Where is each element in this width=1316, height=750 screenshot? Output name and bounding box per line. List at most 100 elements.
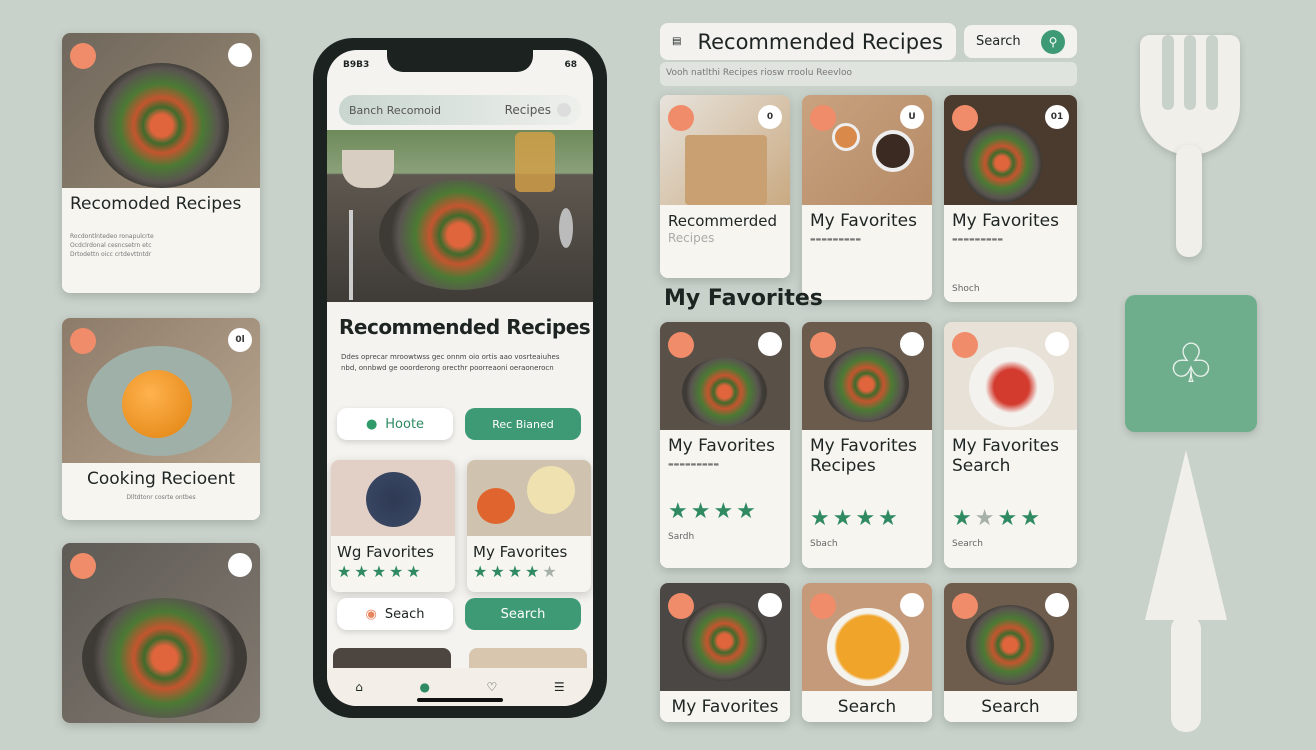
recipe-image: 0	[660, 95, 790, 207]
status-battery: 68	[564, 60, 577, 70]
recipe-card[interactable]: U My Favorites ▬▬▬▬▬▬▬▬▬	[802, 95, 932, 300]
bookmark-icon[interactable]	[228, 553, 252, 577]
hero-title: Recommended Recipes	[339, 315, 591, 339]
recipe-card[interactable]: Search	[944, 583, 1077, 722]
status-time: B9B3	[343, 60, 370, 70]
card-caption: Search	[802, 691, 932, 722]
fork-icon	[349, 210, 353, 300]
badge-icon	[952, 593, 978, 619]
recipe-card[interactable]: Recomoded Recipes Rocdontlntedeo ronapul…	[62, 33, 260, 293]
favorite-card[interactable]: My Favorites Recipes ★★★★ Sbach	[802, 322, 932, 568]
badge-icon	[70, 553, 96, 579]
home-button[interactable]: ● Hoote	[337, 408, 453, 440]
card-subtitle: Recipes	[668, 231, 715, 245]
search-icon[interactable]: ⚲	[1041, 29, 1065, 54]
card-footer: Sardh	[668, 532, 695, 542]
menu-icon[interactable]: ▤	[672, 36, 681, 47]
bookmark-icon[interactable]: 0l	[228, 328, 252, 352]
fork-decoration	[1140, 35, 1240, 257]
search-button-outline[interactable]: ◉ Seach	[337, 598, 453, 630]
bookmark-icon[interactable]: 01	[1045, 105, 1069, 129]
card-title: Recommerded	[668, 212, 778, 230]
hero-text: Ddes oprecar mroowtwss gec onnm oio orti…	[341, 353, 560, 372]
card-caption: My Favorites ▬▬▬▬▬▬▬▬▬ ★★★★ Sardh	[660, 430, 790, 568]
hero-image	[327, 130, 593, 302]
profile-icon[interactable]: ☰	[554, 680, 565, 694]
badge-icon	[668, 593, 694, 619]
bookmark-icon[interactable]: U	[900, 105, 924, 129]
search-label: Search	[976, 34, 1021, 49]
home-button-label: Hoote	[385, 416, 425, 432]
recipe-image: U	[802, 95, 932, 207]
bookmark-icon[interactable]: 0	[758, 105, 782, 129]
badge-icon	[810, 593, 836, 619]
card-title: Cooking Recioent	[86, 469, 236, 489]
card-title: Search	[981, 697, 1040, 717]
bookmark-icon[interactable]	[228, 43, 252, 67]
notch	[387, 50, 533, 72]
app-logo-icon: ♧	[1125, 295, 1257, 432]
badge-icon	[952, 332, 978, 358]
recipe-card[interactable]: 0 Recommerded Recipes	[660, 95, 790, 278]
rating-stars: ★★★★	[952, 506, 1043, 531]
card-footer: Search	[952, 539, 983, 549]
favorite-card[interactable]: My Favorites Search ★★★★ Search	[944, 322, 1077, 568]
section-title: My Favorites	[664, 286, 823, 311]
bookmark-icon[interactable]	[1045, 332, 1069, 356]
recipe-image	[467, 460, 591, 536]
recipe-card[interactable]: My Favorites	[660, 583, 790, 722]
recipe-card[interactable]: 01 My Favorites ▬▬▬▬▬▬▬▬▬ Shoch	[944, 95, 1077, 302]
recipe-image	[802, 322, 932, 432]
recipe-image	[944, 583, 1077, 691]
card-title: Search	[837, 697, 897, 717]
card-footer: Shoch	[952, 284, 980, 294]
favorite-card[interactable]: Wg Favorites ★★★★★	[331, 460, 455, 592]
search-icon: ◉	[365, 606, 377, 622]
heart-icon: ●	[365, 416, 378, 432]
favorite-card[interactable]: My Favorites ▬▬▬▬▬▬▬▬▬ ★★★★ Sardh	[660, 322, 790, 568]
recipe-image	[944, 322, 1077, 432]
search-input[interactable]: Banch Recomoid Recipes	[339, 95, 581, 125]
recipe-image	[62, 33, 260, 188]
recipe-image	[331, 460, 455, 536]
search-box[interactable]: Search ⚲	[964, 25, 1077, 58]
phone-screen: B9B3 68 Banch Recomoid Recipes Recommende…	[327, 50, 593, 706]
recipe-image	[660, 583, 790, 691]
recipe-image	[62, 543, 260, 723]
phone-frame: B9B3 68 Banch Recomoid Recipes Recommende…	[313, 38, 607, 718]
recipe-card[interactable]	[62, 543, 260, 723]
card-caption: My Favorites Recipes ★★★★ Sbach	[802, 430, 932, 568]
bookmark-icon[interactable]	[900, 593, 924, 617]
card-text: Dlltdtonr cosrte ontbes	[126, 494, 196, 501]
badge-icon	[810, 105, 836, 131]
bookmark-icon[interactable]	[900, 332, 924, 356]
bookmark-icon[interactable]	[1045, 593, 1069, 617]
search-icon[interactable]	[557, 103, 571, 117]
home-icon[interactable]: ⌂	[355, 680, 363, 694]
rating-stars: ★★★★★	[337, 562, 424, 581]
search-button[interactable]: Search	[465, 598, 581, 630]
recommended-button[interactable]: Rec Bianed	[465, 408, 581, 440]
favorite-card[interactable]: My Favorites ★★★★★	[467, 460, 591, 592]
recipes-icon[interactable]: ●	[419, 680, 429, 694]
favorites-icon[interactable]: ♡	[487, 680, 498, 694]
card-title: My Favorites	[671, 697, 779, 717]
card-caption: Recomoded Recipes Rocdontlntedeo ronapul…	[62, 188, 260, 293]
card-caption: Recommerded Recipes	[660, 205, 790, 278]
badge-icon	[810, 332, 836, 358]
knife-decoration	[1145, 450, 1227, 732]
spoon-icon	[559, 208, 573, 248]
rating-stars: ★★★★	[810, 506, 901, 531]
bookmark-icon[interactable]	[758, 593, 782, 617]
home-indicator	[417, 698, 503, 702]
bookmark-icon[interactable]	[758, 332, 782, 356]
card-text: Ocdclrdonal cesncsetrn etc	[70, 242, 152, 249]
recipe-card[interactable]: 0l Cooking Recioent Dlltdtonr cosrte ont…	[62, 318, 260, 520]
card-title: My Favorites	[810, 211, 917, 231]
card-caption: My Favorites ▬▬▬▬▬▬▬▬▬ Shoch	[944, 205, 1077, 302]
card-title: My Favorites	[668, 436, 775, 456]
search-tag: Recipes	[504, 103, 551, 117]
recipe-card[interactable]: Search	[802, 583, 932, 722]
card-title: Recomoded Recipes	[70, 194, 242, 214]
rating-stars: ★★★★★	[473, 562, 560, 581]
